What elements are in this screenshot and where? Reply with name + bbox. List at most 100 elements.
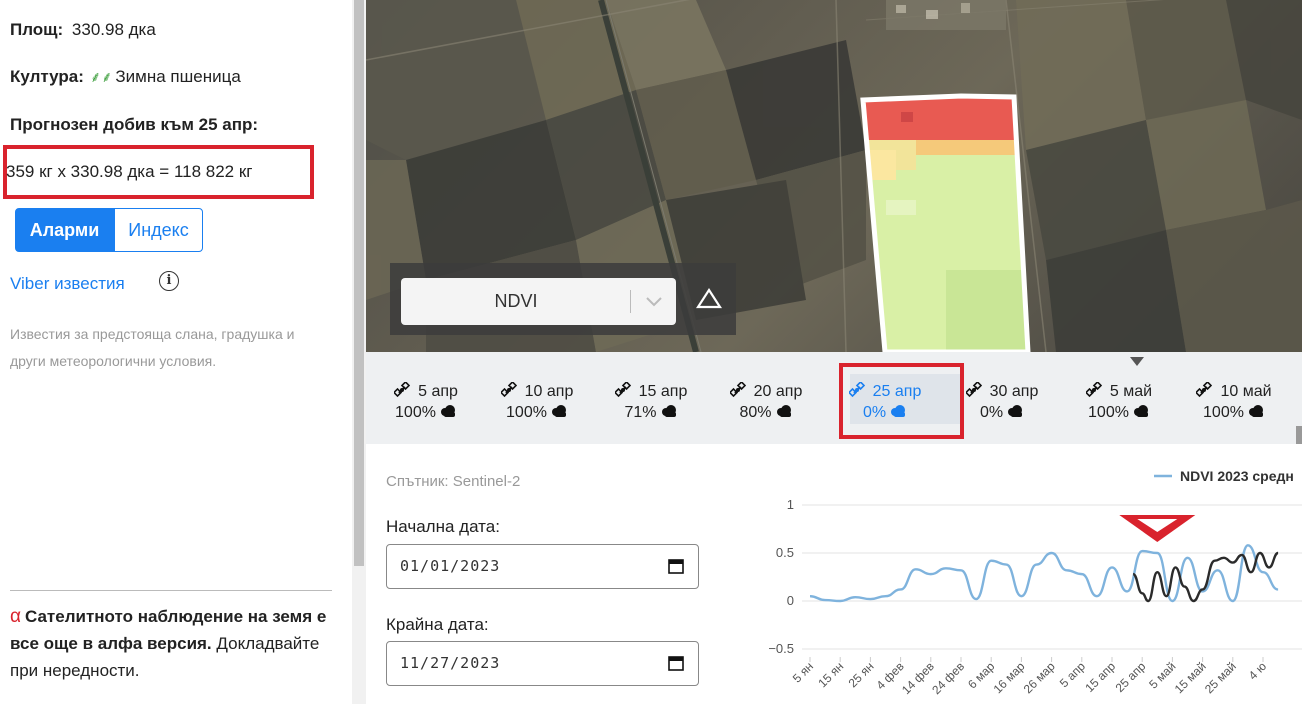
viber-description: Известия за предстояща слана, градушка и… [10, 326, 295, 369]
satellite-icon [1085, 382, 1102, 398]
cloud-cover-value: 100% [1203, 404, 1244, 421]
satellite-icon [729, 382, 746, 398]
y-tick-label: 1 [787, 497, 794, 512]
cloud-icon [1133, 405, 1148, 417]
info-icon[interactable]: i [159, 271, 179, 291]
x-tick-label: 24 фев [929, 659, 967, 697]
cloud-cover-value: 100% [395, 404, 436, 421]
chevron-down-icon[interactable] [641, 288, 667, 314]
cloud-cover-value: 100% [1088, 404, 1129, 421]
alpha-icon: α [10, 606, 21, 627]
mode-toggle: Аларми Индекс [15, 208, 203, 252]
x-tick-label: 5 ян [790, 659, 816, 685]
cloud-cover-value: 80% [739, 404, 772, 421]
timeline-date: 15 апр [638, 383, 688, 400]
timeline-item[interactable]: 20 апр 80% [716, 381, 816, 423]
area-value: 330.98 дка [71, 20, 156, 39]
timeline-cloud-row: 0% [952, 402, 1052, 423]
start-date-label: Начална дата: [386, 517, 500, 536]
x-tick-label: 4 ю [1246, 659, 1269, 682]
forecast-formula: 359 кг х 330.98 дка = 118 822 кг [6, 162, 253, 181]
cloud-cover-value: 0% [979, 404, 1004, 421]
timeline-date-row: 30 апр [952, 381, 1052, 402]
satellite-icon [614, 382, 631, 398]
timeline-date: 10 май [1220, 383, 1272, 400]
triangle-up-icon[interactable] [696, 286, 722, 312]
timeline-date: 30 апр [989, 383, 1039, 400]
left-panel-scrollbar[interactable] [352, 0, 366, 704]
crop-row: Култура: ⸙⸙ Зимна пшеница [10, 67, 241, 87]
divider [10, 590, 332, 591]
end-date-input[interactable]: 11/27/2023 [386, 641, 699, 686]
timeline-item[interactable]: 10 май 100% [1184, 381, 1284, 423]
timeline-date-row: 10 май [1184, 381, 1284, 402]
timeline-cloud-row: 80% [716, 402, 816, 423]
timeline-item[interactable]: 5 май 100% [1069, 381, 1169, 423]
satellite-icon [394, 382, 411, 398]
crop-value: Зимна пшеница [115, 67, 241, 86]
forecast-label: Прогнозен добив към 25 апр: [10, 115, 259, 134]
timeline-item[interactable]: 10 апр 100% [487, 381, 587, 423]
area-label: Площ: [10, 20, 64, 39]
x-tick-label: 16 мар [991, 659, 1028, 696]
y-tick-label: 0.5 [776, 545, 794, 560]
viber-notifications-link[interactable]: Viber известия [10, 274, 125, 294]
x-tick-label: 15 апр [1082, 659, 1118, 695]
timeline-date-row: 20 апр [716, 381, 816, 402]
satellite-icon [965, 382, 982, 398]
field-details-panel: Площ: 330.98 дка Култура: ⸙⸙ Зимна пшеница… [0, 0, 352, 704]
end-date-value: 11/27/2023 [400, 654, 501, 672]
cloud-cover-value: 100% [506, 404, 547, 421]
alpha-notice: α Сателитното наблюдение на земя е все ощ… [10, 603, 340, 684]
timeline-item[interactable]: 30 апр 0% [952, 381, 1052, 423]
x-tick-label: 25 ян [846, 659, 877, 690]
crop-label: Култура: [10, 67, 84, 86]
cloud-icon [440, 405, 455, 417]
satellite-icon [500, 382, 517, 398]
alarms-tab-button[interactable]: Аларми [15, 208, 114, 252]
wheat-icon: ⸙⸙ [89, 69, 113, 86]
satellite-label: Спътник: Sentinel-2 [386, 473, 521, 490]
index-tab-button[interactable]: Индекс [114, 208, 203, 252]
start-date-value: 01/01/2023 [400, 557, 501, 575]
cloud-icon [1008, 405, 1023, 417]
timeline-cloud-row: 100% [1069, 402, 1169, 423]
legend-label: NDVI 2023 средн [1180, 468, 1294, 484]
select-separator [630, 290, 631, 313]
y-tick-label: −0.5 [768, 641, 794, 656]
timeline-date: 5 апр [418, 383, 458, 400]
scrollbar-thumb[interactable] [354, 0, 364, 566]
timeline-item[interactable]: 15 апр 71% [601, 381, 701, 423]
timeline-date-row: 5 май [1069, 381, 1169, 402]
ndvi-chart: NDVI 2023 средн 1 0.5 0 −0.5 5 ян 15 ян 25 ян 4 … [768, 468, 1302, 697]
timeline-cloud-row: 100% [376, 402, 476, 423]
cloud-icon [551, 405, 566, 417]
x-tick-label: 26 мар [1021, 659, 1058, 696]
end-date-label: Крайна дата: [386, 615, 489, 634]
x-tick-label: 25 май [1202, 659, 1239, 696]
satellite-map[interactable]: NDVI [366, 0, 1302, 352]
timeline-date: 10 апр [524, 383, 574, 400]
satellite-icon [1196, 382, 1213, 398]
timeline-date-row: 15 апр [601, 381, 701, 402]
layer-select[interactable]: NDVI [401, 278, 676, 325]
cloud-icon [776, 405, 791, 417]
start-date-input[interactable]: 01/01/2023 [386, 544, 699, 589]
image-date-timeline: 5 апр 100% 10 апр 100% 15 апр 71% 20 апр 80% 25 … [366, 352, 1302, 444]
timeline-scrollbar[interactable] [1296, 426, 1302, 444]
timeline-date: 20 апр [753, 383, 803, 400]
y-tick-label: 0 [787, 593, 794, 608]
calendar-icon[interactable] [668, 655, 684, 671]
timeline-item[interactable]: 5 апр 100% [376, 381, 476, 423]
timeline-date: 5 май [1109, 383, 1153, 400]
timeline-date-row: 10 апр [487, 381, 587, 402]
timeline-cloud-row: 100% [487, 402, 587, 423]
layer-control: NDVI [390, 263, 736, 335]
area-row: Площ: 330.98 дка [10, 20, 156, 40]
calendar-icon[interactable] [668, 558, 684, 574]
timeline-pointer-icon [1130, 357, 1144, 366]
x-tick-label: 25 апр [1113, 659, 1149, 695]
x-tick-label: 15 ян [815, 659, 846, 690]
timeline-date-row: 5 апр [376, 381, 476, 402]
x-tick-label: 15 май [1172, 659, 1209, 696]
